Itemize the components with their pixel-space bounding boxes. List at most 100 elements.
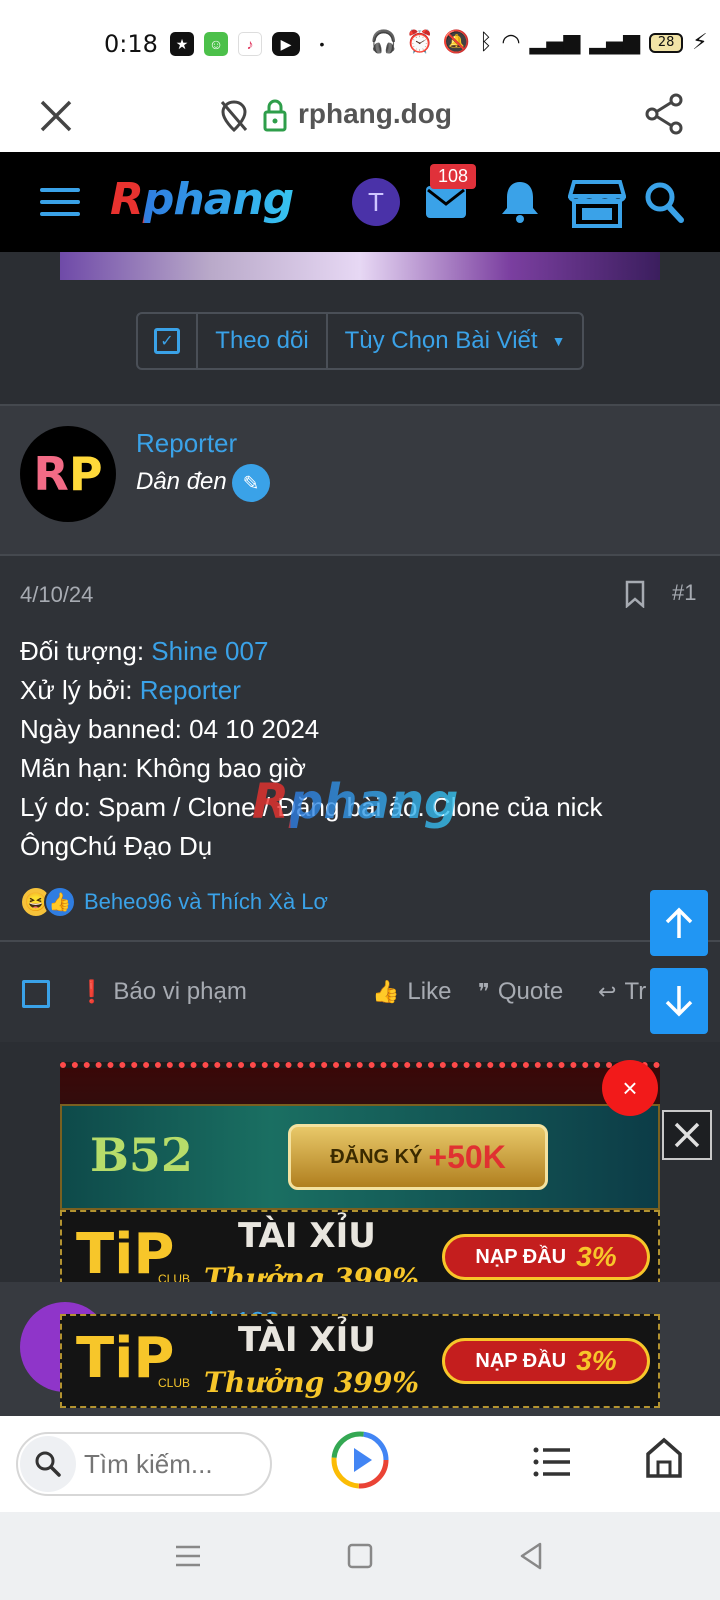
tip-title: TÀI XỈU	[238, 1216, 376, 1256]
signal-icon: ▂▄▆	[529, 30, 581, 55]
url-bar: rphang.dog	[0, 88, 720, 152]
arrow-down-icon	[665, 986, 693, 1017]
tip-deposit-badge: NẠP ĐẦU 3%	[442, 1338, 650, 1384]
wechat-icon: ☺	[204, 32, 228, 56]
share-icon[interactable]	[642, 92, 686, 136]
close-icon[interactable]	[36, 96, 76, 136]
watermark-logo: Rphang	[252, 774, 459, 830]
notification-icons: ★ ☺ ♪ ▶ •	[170, 32, 334, 56]
site-header: Rphang T 108	[0, 152, 720, 252]
mail-icon[interactable]	[424, 184, 468, 220]
search-input[interactable]	[84, 1448, 264, 1480]
author-avatar[interactable]: RP	[20, 426, 116, 522]
scroll-down-button[interactable]	[650, 968, 708, 1034]
b52-logo: B52	[90, 1128, 193, 1182]
handler-link[interactable]: Reporter	[140, 675, 241, 705]
author-name[interactable]: Reporter	[136, 428, 237, 459]
lock-icon	[263, 99, 287, 132]
post-date[interactable]: 4/10/24	[20, 582, 93, 608]
reply-label: Tr	[624, 978, 647, 1005]
caret-down-icon: ▼	[551, 333, 566, 349]
headset-icon: 🎧	[370, 30, 398, 55]
close-x-icon	[674, 1122, 700, 1148]
post-author-card: RP Reporter Dân đen ✎	[0, 404, 720, 554]
follow-button[interactable]: Theo dõi	[198, 314, 328, 368]
star-app-icon: ★	[170, 32, 194, 56]
search-icon[interactable]	[644, 180, 684, 224]
like-button[interactable]: 👍 Like	[372, 978, 451, 1006]
back-nav-icon[interactable]	[516, 1540, 548, 1572]
tip-title: TÀI XỈU	[238, 1320, 376, 1360]
like-reaction-icon: 👍	[44, 886, 76, 918]
report-label: Báo vi phạm	[113, 978, 247, 1005]
post-body: 4/10/24 #1 Đối tượng: Shine 007 Xử lý bở…	[0, 554, 720, 940]
arrow-up-icon	[665, 907, 693, 938]
quote-icon: ❞	[478, 979, 490, 1004]
alarm-icon: ⏰	[406, 30, 434, 55]
play-button-icon[interactable]	[330, 1430, 390, 1490]
menu-icon[interactable]	[40, 188, 80, 218]
bookmark-icon[interactable]	[624, 580, 646, 608]
charging-icon: ⚡	[692, 30, 708, 55]
recents-menu-icon[interactable]	[172, 1540, 204, 1572]
ad-banner-b52[interactable]: B52 ĐĂNG KÝ +50K	[60, 1104, 660, 1210]
site-logo[interactable]: Rphang	[110, 174, 294, 225]
top-banner-image[interactable]	[60, 252, 660, 280]
subject-link[interactable]: Shine 007	[151, 636, 268, 666]
reaction-users[interactable]: Beheo96 và Thích Xà Lơ	[84, 889, 328, 915]
tip-club-label: CLUB	[158, 1376, 191, 1390]
ad-close-button-red[interactable]: ×	[602, 1060, 658, 1116]
thread-toolbar: ✓ Theo dõi Tùy Chọn Bài Viết ▼	[136, 312, 584, 370]
user-avatar[interactable]: T	[352, 178, 400, 226]
home-icon[interactable]	[644, 1436, 684, 1480]
status-bar: 0:18 ★ ☺ ♪ ▶ • 🎧 ⏰ 🔕 ᛒ ◠ ▂▄▆ ▂▄▆ 28 ⚡	[0, 0, 720, 88]
subject-line: Đối tượng: Shine 007	[20, 636, 269, 666]
like-label: Like	[407, 978, 452, 1005]
b52-register-cta: ĐĂNG KÝ +50K	[288, 1124, 548, 1190]
ad-close-button[interactable]	[662, 1110, 712, 1160]
bluetooth-icon: ᛒ	[479, 30, 493, 55]
author-title: Dân đen	[136, 468, 227, 495]
list-icon[interactable]	[532, 1444, 572, 1480]
tiktok-icon: ♪	[238, 32, 262, 56]
select-post-checkbox[interactable]	[22, 980, 50, 1008]
store-icon[interactable]	[568, 178, 626, 230]
more-notifications-icon: •	[319, 36, 325, 52]
warning-icon: ❗	[78, 979, 106, 1004]
search-icon	[20, 1436, 76, 1492]
bell-icon[interactable]	[498, 178, 542, 224]
post-options-button[interactable]: Tùy Chọn Bài Viết ▼	[328, 314, 582, 368]
bottom-search-box[interactable]	[16, 1432, 272, 1496]
tip-bonus: Thưởng 399%	[204, 1366, 419, 1399]
browser-bottom-bar	[0, 1416, 720, 1512]
report-button[interactable]: ❗ Báo vi phạm	[78, 978, 247, 1006]
quote-button[interactable]: ❞ Quote	[478, 978, 563, 1006]
reply-icon: ↩	[598, 979, 617, 1004]
reaction-summary[interactable]: 😆 👍 Beheo96 và Thích Xà Lơ	[20, 886, 328, 918]
thumbs-up-icon: 👍	[372, 979, 400, 1004]
home-nav-icon[interactable]	[344, 1540, 376, 1572]
youtube-icon: ▶	[272, 32, 300, 56]
ad-banner-tip-2[interactable]: TiP CLUB TÀI XỈU Thưởng 399% NẠP ĐẦU 3%	[60, 1314, 660, 1408]
tip-deposit-badge: NẠP ĐẦU 3%	[442, 1234, 650, 1280]
system-icons: 🎧 ⏰ 🔕 ᛒ ◠ ▂▄▆ ▂▄▆ 28 ⚡	[370, 30, 708, 55]
reply-button[interactable]: ↩ Tr	[598, 978, 646, 1006]
location-off-icon	[220, 100, 248, 133]
scroll-up-button[interactable]	[650, 890, 708, 956]
post-number[interactable]: #1	[672, 580, 696, 606]
verified-badge-icon: ✎	[232, 464, 270, 502]
ban-date-line: Ngày banned: 04 10 2024	[20, 714, 320, 744]
post-actions: ❗ Báo vi phạm 👍 Like ❞ Quote ↩ Tr	[0, 940, 720, 1042]
wifi-icon: ◠	[501, 30, 521, 55]
mute-icon: 🔕	[442, 30, 471, 55]
url-domain[interactable]: rphang.dog	[298, 98, 452, 130]
post-options-label: Tùy Chọn Bài Viết	[344, 327, 538, 354]
select-checkbox[interactable]: ✓	[138, 314, 198, 368]
system-nav-bar	[0, 1512, 720, 1600]
post-content: Đối tượng: Shine 007 Xử lý bởi: Reporter…	[20, 632, 680, 866]
signal-icon-2: ▂▄▆	[589, 30, 641, 55]
quote-label: Quote	[497, 978, 564, 1005]
battery-icon: 28	[649, 32, 684, 53]
mail-count-badge: 108	[430, 164, 477, 189]
handler-line: Xử lý bởi: Reporter	[20, 675, 241, 705]
